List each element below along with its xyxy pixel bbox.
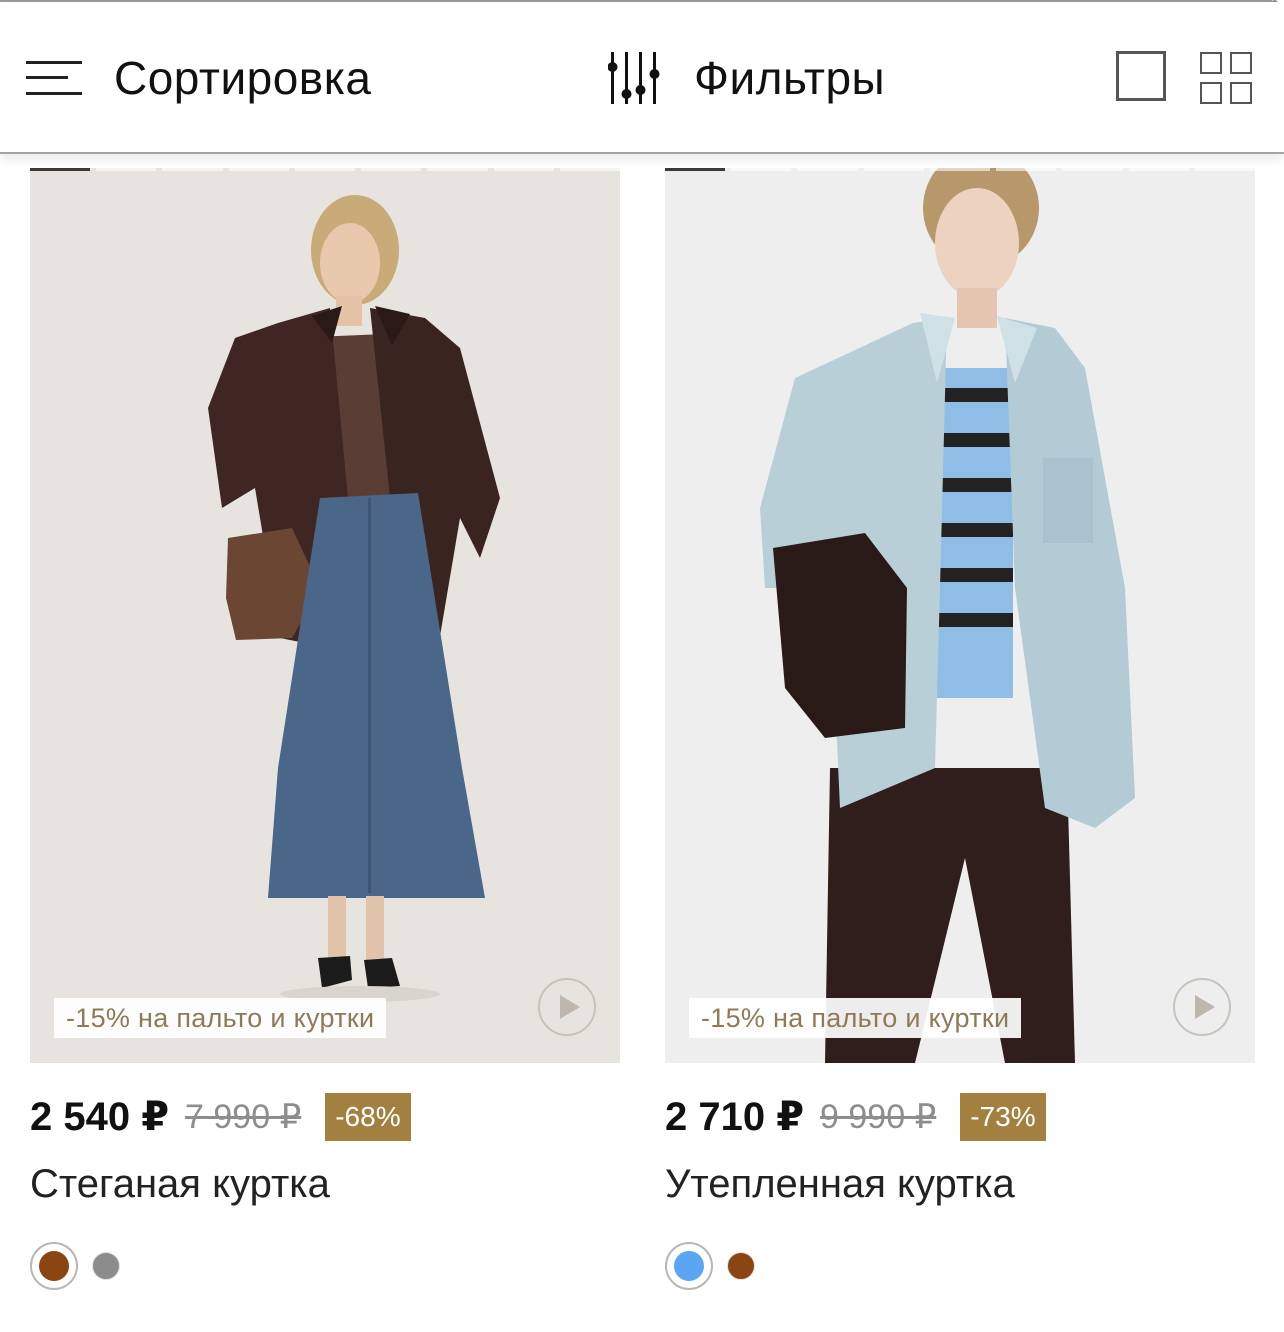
filters-label: Фильтры bbox=[694, 52, 886, 104]
current-price: 2 710 ₽ bbox=[665, 1095, 805, 1139]
color-swatches bbox=[665, 1242, 755, 1290]
color-swatches bbox=[30, 1242, 120, 1290]
price-row: 2 710 ₽ 9 990 ₽ -73% bbox=[665, 1092, 1046, 1142]
current-price: 2 540 ₽ bbox=[30, 1095, 170, 1139]
menu-lines-icon bbox=[26, 61, 82, 95]
old-price: 9 990 ₽ bbox=[820, 1098, 937, 1136]
play-icon bbox=[559, 995, 580, 1019]
model-photo bbox=[208, 195, 500, 1002]
color-swatch-selected[interactable] bbox=[665, 1242, 713, 1290]
filters-button[interactable]: Фильтры bbox=[608, 48, 885, 108]
color-swatch-selected[interactable] bbox=[30, 1242, 78, 1290]
single-view-icon[interactable] bbox=[1116, 51, 1166, 101]
color-swatch[interactable] bbox=[727, 1252, 755, 1280]
sliders-icon bbox=[608, 52, 660, 104]
play-icon bbox=[1194, 995, 1215, 1019]
play-video-button[interactable] bbox=[1173, 978, 1231, 1036]
product-name[interactable]: Утепленная куртка bbox=[665, 1162, 1015, 1207]
grid-view-icon[interactable] bbox=[1200, 52, 1254, 106]
product-card[interactable]: -15% на пальто и куртки 2 710 ₽ 9 990 ₽ … bbox=[665, 168, 1255, 1290]
discount-badge: -68% bbox=[325, 1093, 411, 1141]
sort-label: Сортировка bbox=[114, 52, 372, 104]
promo-badge: -15% на пальто и куртки bbox=[54, 998, 387, 1038]
image-pager bbox=[30, 168, 620, 171]
old-price: 7 990 ₽ bbox=[185, 1098, 302, 1136]
catalog-toolbar: Сортировка Фильтры bbox=[0, 2, 1284, 154]
play-video-button[interactable] bbox=[538, 978, 596, 1036]
discount-badge: -73% bbox=[960, 1093, 1046, 1141]
color-swatch[interactable] bbox=[92, 1252, 120, 1280]
image-pager bbox=[665, 168, 1255, 171]
model-photo bbox=[760, 168, 1135, 1063]
product-card[interactable]: -15% на пальто и куртки 2 540 ₽ 7 990 ₽ … bbox=[30, 168, 620, 1290]
promo-badge: -15% на пальто и куртки bbox=[689, 998, 1022, 1038]
price-row: 2 540 ₽ 7 990 ₽ -68% bbox=[30, 1092, 411, 1142]
product-image[interactable]: -15% на пальто и куртки bbox=[665, 168, 1255, 1063]
product-image[interactable]: -15% на пальто и куртки bbox=[30, 168, 620, 1063]
sort-button[interactable]: Сортировка bbox=[26, 48, 371, 108]
product-name[interactable]: Стеганая куртка bbox=[30, 1162, 330, 1207]
